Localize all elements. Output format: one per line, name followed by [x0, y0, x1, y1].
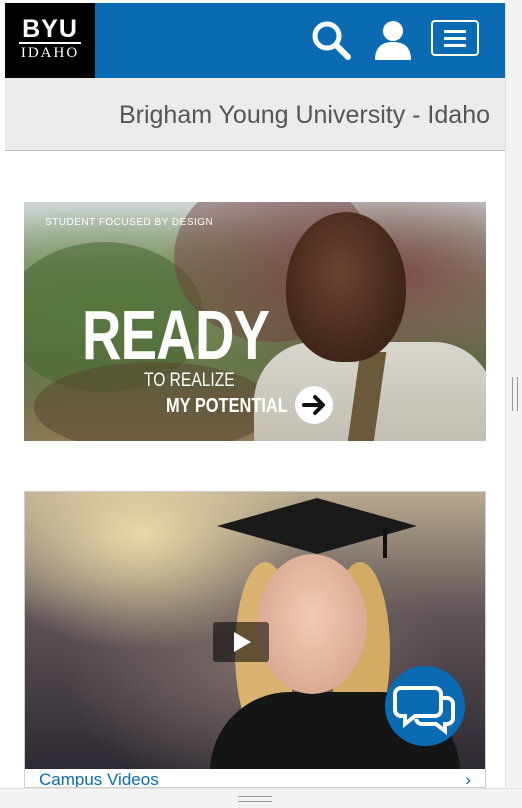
graduate-photo [257, 554, 367, 694]
arrow-right-icon [302, 395, 325, 415]
promo-headline: READY [82, 296, 270, 374]
site-title[interactable]: Brigham Young University - Idaho [119, 100, 490, 130]
chat-button[interactable] [385, 666, 465, 746]
chevron-right-icon[interactable]: › [465, 769, 471, 787]
arrow-right-button[interactable] [295, 386, 333, 424]
student-photo [286, 212, 406, 362]
logo-idaho-text: IDAHO [20, 45, 80, 61]
search-icon[interactable] [310, 19, 352, 61]
horizontal-resize-handle[interactable] [238, 796, 272, 802]
play-icon [234, 632, 251, 652]
chat-bubbles-icon [393, 686, 455, 736]
user-icon[interactable] [372, 18, 414, 62]
site-title-bar: Brigham Young University - Idaho [5, 78, 505, 151]
byu-idaho-logo[interactable]: BYU IDAHO [5, 3, 95, 78]
logo-divider [19, 42, 81, 44]
video-card-footer: Campus Videos › [25, 769, 485, 787]
play-video-button[interactable] [213, 622, 269, 662]
promo-line-2: TO REALIZE [144, 370, 235, 391]
promo-tagline: STUDENT FOCUSED BY DESIGN [45, 217, 214, 228]
campus-videos-link[interactable]: Campus Videos [39, 769, 159, 787]
site-header: BYU IDAHO [5, 3, 505, 78]
graduation-cap [217, 498, 417, 558]
hamburger-menu-button[interactable] [431, 20, 479, 56]
promo-banner[interactable]: STUDENT FOCUSED BY DESIGN READY TO REALI… [24, 202, 486, 441]
promo-line-3: MY POTENTIAL [166, 395, 288, 417]
hamburger-menu-icon [444, 30, 466, 33]
logo-byu-text: BYU [22, 15, 78, 43]
vertical-resize-handle[interactable] [512, 377, 518, 411]
